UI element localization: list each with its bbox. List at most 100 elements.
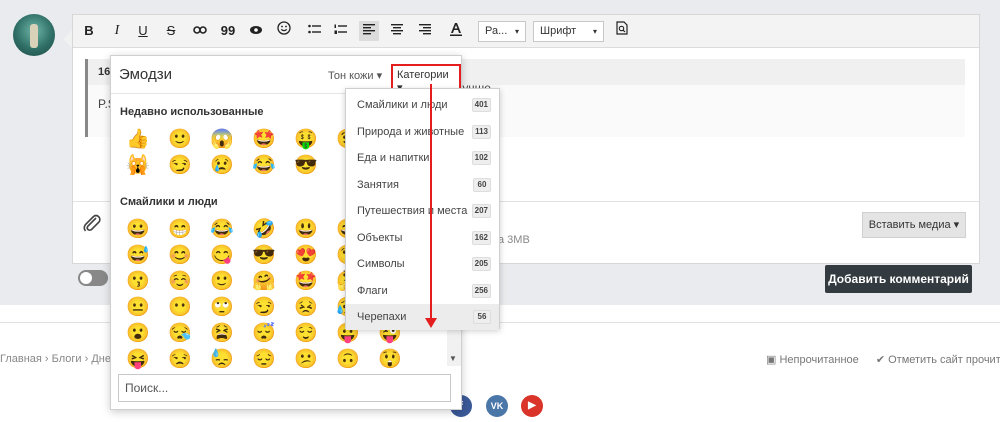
- text-color-button[interactable]: [445, 21, 467, 41]
- emoji-item[interactable]: 😱: [209, 129, 235, 155]
- category-count-badge: 56: [473, 310, 491, 324]
- align-center-button[interactable]: [387, 21, 407, 41]
- emoji-item[interactable]: 😕: [293, 349, 319, 375]
- font-family-select[interactable]: Шрифт ▾: [533, 21, 604, 42]
- emoji-item[interactable]: 😮: [125, 323, 151, 349]
- numbered-list-button[interactable]: [331, 21, 349, 41]
- emoji-item[interactable]: 😪: [167, 323, 193, 349]
- emoji-search-input[interactable]: Поиск...: [118, 374, 451, 402]
- emoji-item[interactable]: 🤩: [293, 271, 319, 297]
- emoji-item[interactable]: 😴: [251, 323, 277, 349]
- emoji-item[interactable]: 🤑: [293, 129, 319, 155]
- numbered-list-icon: [334, 24, 347, 34]
- emoji-item[interactable]: 👍: [125, 129, 151, 155]
- emoji-item[interactable]: 😢: [209, 155, 235, 181]
- category-item[interactable]: Черепахи 56: [346, 304, 499, 330]
- mark-read-link[interactable]: ✔ Отметить сайт прочитанным: [876, 354, 1000, 366]
- emoji-item[interactable]: 😒: [167, 349, 193, 375]
- emoji-item[interactable]: 😝: [125, 349, 151, 375]
- emoji-item[interactable]: 🙃: [335, 349, 361, 375]
- emoji-item[interactable]: 😎: [251, 245, 277, 271]
- category-item[interactable]: Объекты 162: [346, 225, 499, 251]
- category-count-badge: 113: [472, 124, 491, 139]
- emoji-item[interactable]: 😍: [293, 245, 319, 271]
- upload-limit-text: а 3MB: [498, 234, 530, 246]
- category-label: Путешествия и места: [357, 205, 468, 217]
- emoji-item[interactable]: 😏: [167, 155, 193, 181]
- bullet-list-button[interactable]: [305, 21, 323, 41]
- font-family-value: Шрифт: [540, 25, 577, 37]
- emoji-item[interactable]: 😂: [209, 219, 235, 245]
- add-comment-button[interactable]: Добавить комментарий: [825, 265, 972, 293]
- emoji-item[interactable]: 🤩: [251, 129, 277, 155]
- align-right-icon: [419, 24, 431, 35]
- font-size-select[interactable]: Ра... ▾: [478, 21, 526, 42]
- category-label: Еда и напитки: [357, 152, 430, 164]
- category-label: Смайлики и люди: [357, 99, 448, 111]
- link-button[interactable]: [191, 21, 209, 41]
- strikethrough-button[interactable]: S: [163, 21, 179, 41]
- category-item[interactable]: Занятия 60: [346, 172, 499, 198]
- skin-tone-dropdown[interactable]: Тон кожи ▾: [328, 69, 382, 82]
- category-item[interactable]: Флаги 256: [346, 278, 499, 304]
- emoji-button[interactable]: [275, 21, 293, 41]
- attach-button[interactable]: [82, 212, 102, 237]
- emoji-item[interactable]: 😐: [125, 297, 151, 323]
- insert-media-button[interactable]: Вставить медиа ▾: [862, 212, 966, 238]
- emoji-item[interactable]: 😋: [209, 245, 235, 271]
- emoji-item[interactable]: 😲: [377, 349, 403, 375]
- recent-section-title: Недавно использованные: [120, 106, 264, 118]
- youtube-icon[interactable]: ▶: [521, 395, 543, 417]
- chevron-down-icon: ▾: [592, 27, 597, 36]
- emoji-item[interactable]: 🙂: [167, 129, 193, 155]
- category-item[interactable]: Природа и животные 113: [346, 119, 499, 145]
- document-search-icon: [616, 21, 628, 35]
- emoji-item[interactable]: 😊: [167, 245, 193, 271]
- emoji-item[interactable]: 🙄: [209, 297, 235, 323]
- bold-button[interactable]: B: [81, 21, 97, 41]
- emoji-item[interactable]: 😀: [125, 219, 151, 245]
- emoji-item[interactable]: 😏: [251, 297, 277, 323]
- emoji-item[interactable]: 😗: [125, 271, 151, 297]
- emoji-item[interactable]: 😂: [251, 155, 277, 181]
- editor-pointer: [63, 30, 72, 48]
- user-avatar[interactable]: [13, 14, 55, 56]
- category-item[interactable]: Смайлики и люди 401: [346, 92, 499, 118]
- align-right-button[interactable]: [415, 21, 435, 41]
- emoji-item[interactable]: 😫: [209, 323, 235, 349]
- emoji-item[interactable]: 😔: [251, 349, 277, 375]
- emoji-item[interactable]: ☺️: [167, 271, 193, 297]
- emoji-item[interactable]: 😶: [167, 297, 193, 323]
- emoji-item[interactable]: 😎: [293, 155, 319, 181]
- category-item[interactable]: Путешествия и места 207: [346, 198, 499, 224]
- footer-actions: ▣ Непрочитанное ✔ Отметить сайт прочитан…: [766, 353, 1000, 366]
- spoiler-button[interactable]: [247, 21, 265, 41]
- emoji-item[interactable]: 🤣: [251, 219, 277, 245]
- category-item[interactable]: Еда и напитки 102: [346, 145, 499, 171]
- emoji-item[interactable]: 😌: [293, 323, 319, 349]
- category-label: Черепахи: [357, 311, 407, 323]
- category-count-badge: 102: [471, 151, 491, 165]
- emoji-item[interactable]: 🤗: [251, 271, 277, 297]
- preview-button[interactable]: [613, 21, 631, 41]
- vk-icon[interactable]: VK: [486, 395, 508, 417]
- emoji-item[interactable]: 😃: [293, 219, 319, 245]
- emoji-item[interactable]: 🙀: [125, 155, 151, 181]
- emoji-item[interactable]: 🙂: [209, 271, 235, 297]
- breadcrumb[interactable]: Главная › Блоги › Дне: [0, 353, 111, 365]
- unread-link[interactable]: ▣ Непрочитанное: [766, 354, 859, 366]
- category-item[interactable]: Символы 205: [346, 251, 499, 277]
- italic-button[interactable]: I: [109, 21, 125, 41]
- emoji-item[interactable]: 😁: [167, 219, 193, 245]
- scroll-down-icon[interactable]: ▼: [449, 354, 457, 363]
- emoji-item[interactable]: 😓: [209, 349, 235, 375]
- follow-toggle[interactable]: [78, 270, 108, 286]
- text-color-icon: [450, 23, 462, 36]
- emoji-item[interactable]: 😣: [293, 297, 319, 323]
- quote-button[interactable]: 99: [219, 21, 237, 41]
- underline-button[interactable]: U: [135, 21, 151, 41]
- align-left-button[interactable]: [359, 21, 379, 41]
- emoji-item[interactable]: 😅: [125, 245, 151, 271]
- categories-menu: Смайлики и люди 401 Природа и животные 113 Е…: [345, 88, 500, 330]
- smiley-icon: [277, 21, 291, 35]
